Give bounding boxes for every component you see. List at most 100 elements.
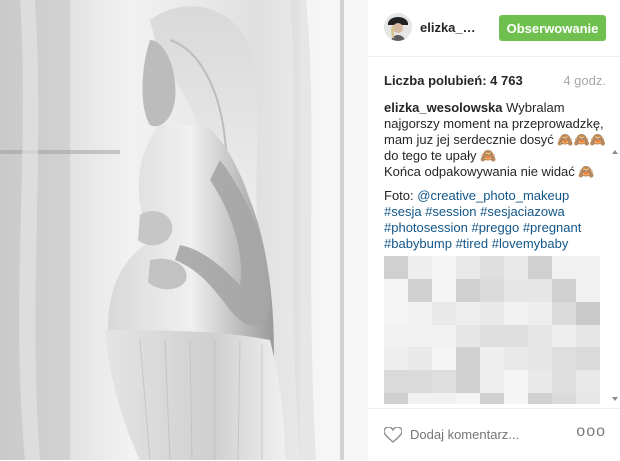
caption-body-2: do tego te upały [384,148,477,163]
blur-pixel [432,301,456,325]
blur-pixel [576,324,600,348]
blur-pixel [576,278,600,302]
scroll-down-arrow[interactable] [612,390,618,401]
blur-pixel [528,301,552,325]
post-username[interactable]: elizka_we... [420,20,484,35]
hashtag-link[interactable]: #session [425,204,476,219]
blur-pixel [432,324,456,348]
post-time[interactable]: 4 godz. [563,73,606,88]
hashtag-link[interactable]: #sesjaciazowa [480,204,565,219]
blur-pixel [480,393,504,404]
blur-pixel [480,301,504,325]
blur-pixel [504,301,528,325]
blur-pixel [432,256,456,279]
hashtag-link[interactable]: #babybump [384,236,452,251]
blur-pixel [552,393,576,404]
blur-pixel [432,278,456,302]
blur-pixel [408,347,432,371]
hashtag-link[interactable]: #sesja [384,204,422,219]
blur-pixel [576,256,600,279]
instagram-post: elizka_we... Obserwowanie Liczba polubie… [0,0,620,460]
blur-pixel [552,324,576,348]
post-photo[interactable] [0,0,368,460]
post-caption: elizka_wesolowska Wybralam najgorszy mom… [384,100,608,404]
heart-outline-icon[interactable] [383,426,403,443]
avatar-image [384,13,412,41]
likes-count[interactable]: Liczba polubień: 4 763 [384,73,523,88]
caption-body-3: Końca odpakowywania nie widać [384,164,575,179]
blur-pixel [456,301,480,325]
comment-input[interactable] [410,427,560,442]
blur-pixel [576,301,600,325]
blur-pixel [384,370,408,394]
emoji-group-3: 🙈 [578,164,595,179]
blur-pixel [432,347,456,371]
blur-pixel [456,324,480,348]
hashtag-link[interactable]: #pregnant [523,220,582,235]
hashtag-link[interactable]: #preggo [471,220,519,235]
blur-pixel [384,347,408,371]
blur-pixel [456,370,480,394]
foto-label: Foto: [384,188,414,203]
post-side-panel: elizka_we... Obserwowanie Liczba polubie… [368,0,620,460]
blur-pixel [408,278,432,302]
blur-pixel [456,278,480,302]
blur-pixel [576,370,600,394]
blur-pixel [504,324,528,348]
blur-pixel [456,256,480,279]
blur-pixel [528,393,552,404]
blur-pixel [504,278,528,302]
hashtag-link[interactable]: #tired [456,236,489,251]
blur-pixel [408,370,432,394]
blur-pixel [456,393,480,404]
photo-image [0,0,368,460]
blur-pixel [552,370,576,394]
foto-handle-link[interactable]: @creative_photo_makeup [417,188,569,203]
caption-tags: Foto: @creative_photo_makeup #sesja #ses… [384,188,608,252]
follow-button[interactable]: Obserwowanie [499,15,606,41]
blur-pixel [408,301,432,325]
blur-pixel [408,393,432,404]
blur-pixel [408,324,432,348]
post-footer: ooo [368,408,620,461]
blur-pixel [552,256,576,279]
more-options-icon[interactable]: ooo [576,423,606,441]
blur-pixel [384,324,408,348]
blur-pixel [384,393,408,404]
post-header: elizka_we... Obserwowanie [368,0,620,57]
blur-pixel [504,256,528,279]
blurred-comments [384,256,600,404]
blur-pixel [576,347,600,371]
blur-pixel [480,278,504,302]
emoji-group-1: 🙈🙈🙈 [557,132,606,147]
blur-pixel [384,256,408,279]
blur-pixel [432,370,456,394]
emoji-group-2: 🙈 [480,148,497,163]
hashtag-link[interactable]: #lovemybaby [492,236,569,251]
blur-pixel [480,370,504,394]
blur-pixel [480,256,504,279]
caption-username[interactable]: elizka_wesolowska [384,100,503,115]
blur-pixel [408,256,432,279]
blur-pixel [528,347,552,371]
blur-pixel [504,393,528,404]
blur-pixel [528,370,552,394]
likes-row: Liczba polubień: 4 763 4 godz. [384,70,606,90]
blur-pixel [480,347,504,371]
blur-pixel [480,324,504,348]
blur-pixel [384,278,408,302]
blur-pixel [552,301,576,325]
blur-pixel [552,347,576,371]
blur-pixel [456,347,480,371]
blur-pixel [504,347,528,371]
blur-pixel [384,301,408,325]
blur-pixel [432,393,456,404]
blur-pixel [576,393,600,404]
blur-pixel [528,256,552,279]
caption-text: elizka_wesolowska Wybralam najgorszy mom… [384,100,608,180]
scroll-up-arrow[interactable] [612,145,618,155]
blur-pixel [504,370,528,394]
user-avatar[interactable] [384,13,412,41]
blur-pixel [552,278,576,302]
hashtag-link[interactable]: #photosession [384,220,468,235]
